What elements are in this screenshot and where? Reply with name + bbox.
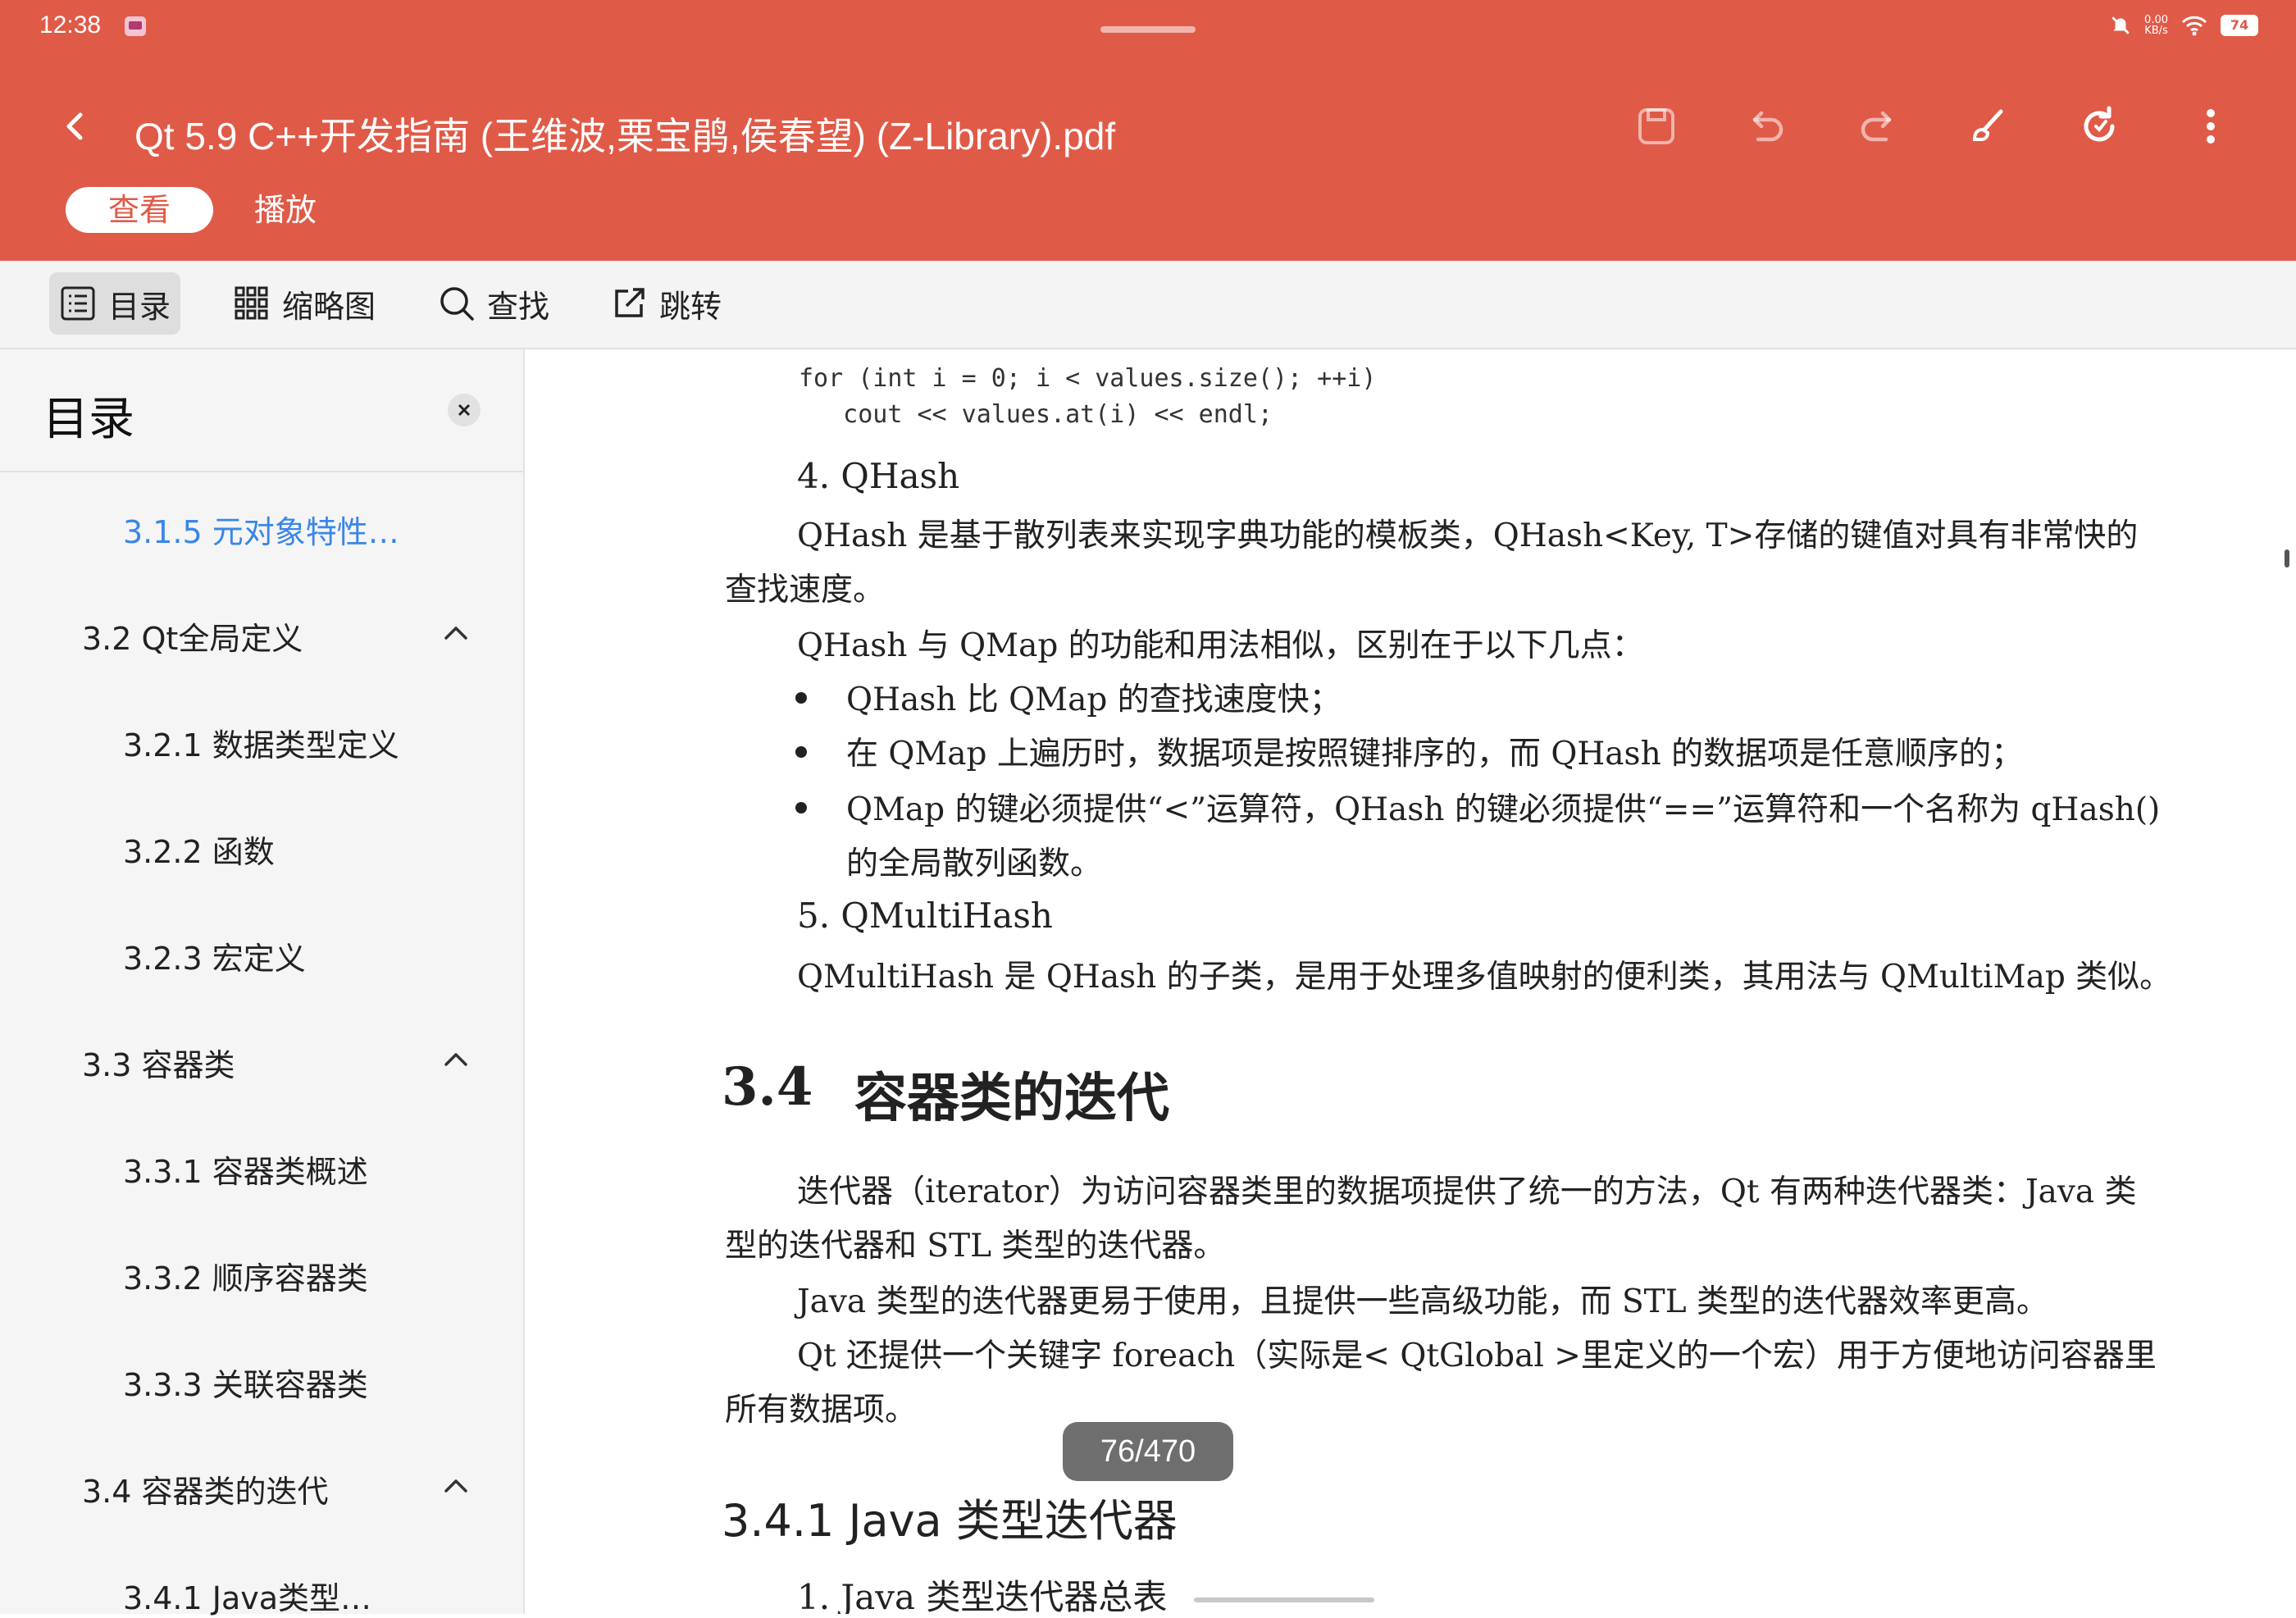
toc-item-3-3-2[interactable]: 3.3.2 顺序容器类 — [123, 1253, 368, 1298]
paragraph: 迭代器（iterator）为访问容器类里的数据项提供了统一的方法，Qt 有两种迭… — [797, 1174, 2137, 1210]
back-icon[interactable] — [56, 107, 95, 146]
item-heading: 4. QHash — [797, 456, 960, 496]
toc-item-3-2-3[interactable]: 3.2.3 宏定义 — [123, 933, 306, 978]
net-speed: 0.00 KB/s — [2144, 14, 2168, 37]
paragraph: Java 类型的迭代器更易于使用，且提供一些高级功能，而 STL 类型的迭代器效… — [797, 1283, 2048, 1320]
tab-play[interactable]: 播放 — [254, 187, 317, 233]
toc-button[interactable]: 目录 — [49, 272, 181, 335]
paragraph: Qt 还提供一个关键字 foreach（实际是< QtGlobal >里定义的一… — [797, 1338, 2157, 1374]
undo-icon[interactable] — [1743, 103, 1789, 149]
paragraph: 所有数据项。 — [725, 1392, 918, 1429]
external-link-icon — [615, 288, 645, 317]
bullet-text: 的全局散列函数。 — [846, 845, 1103, 882]
toc-item-3-3[interactable]: 3.3 容器类 — [82, 1040, 235, 1085]
toc-item-3-3-3[interactable]: 3.3.3 关联容器类 — [123, 1360, 368, 1405]
brush-icon[interactable] — [1965, 103, 2011, 149]
bullet-dot — [795, 746, 807, 758]
bullet-dot — [795, 802, 807, 814]
paragraph: 型的迭代器和 STL 类型的迭代器。 — [725, 1228, 1226, 1265]
page-indicator: 76/470 — [1063, 1422, 1233, 1481]
subsection-title: 3.4.1 Java 类型迭代器 — [722, 1495, 1178, 1547]
jump-label: 跳转 — [659, 288, 722, 325]
toc-item-3-4-1[interactable]: 3.4.1 Java类型… — [123, 1573, 371, 1618]
paragraph: QMultiHash 是 QHash 的子类，是用于处理多值映射的便利类，其用法… — [797, 959, 2172, 996]
more-icon[interactable] — [2188, 103, 2234, 149]
toc-item-3-1-5[interactable]: 3.1.5 元对象特性… — [123, 507, 399, 552]
status-icons: 0.00 KB/s 74 — [2110, 15, 2258, 36]
section-number: 3.4 — [722, 1056, 813, 1118]
home-indicator[interactable] — [1194, 1597, 1374, 1602]
toc-sidebar: 目录 3.1.5 元对象特性… 3.2 Qt全局定义 3.2.1 数据类型定义 … — [0, 349, 525, 1616]
refresh-icon[interactable] — [2076, 103, 2122, 149]
toc-item-3-2-1[interactable]: 3.2.1 数据类型定义 — [123, 720, 399, 765]
reader-toolbar: 目录 缩略图 查找 跳转 — [0, 261, 2296, 349]
redo-icon[interactable] — [1855, 103, 1901, 149]
thumbnails-label: 缩略图 — [282, 288, 376, 325]
bullet-text: 在 QMap 上遍历时，数据项是按照键排序的，而 QHash 的数据项是任意顺序… — [846, 736, 2024, 773]
scrollbar-thumb[interactable] — [2285, 549, 2289, 567]
code-line: cout << values.at(i) << endl; — [799, 400, 1273, 429]
paragraph: QHash 是基于散列表来实现字典功能的模板类，QHash<Key, T>存储的… — [797, 517, 2139, 554]
list-icon — [61, 286, 95, 321]
close-sidebar-button[interactable] — [448, 394, 481, 426]
save-icon[interactable] — [1633, 103, 1679, 149]
tab-view[interactable]: 查看 — [66, 187, 213, 233]
toc-item-3-4[interactable]: 3.4 容器类的迭代 — [82, 1466, 329, 1511]
search-label: 查找 — [487, 288, 550, 325]
pdf-page-view[interactable]: for (int i = 0; i < values.size(); ++i) … — [536, 349, 2296, 1614]
search-button[interactable]: 查找 — [438, 272, 549, 335]
close-icon — [458, 403, 471, 417]
item-heading: 5. QMultiHash — [797, 896, 1053, 936]
app-header: 12:38 0.00 KB/s 74 Qt 5.9 C++开发指南 (王维波,栗宝… — [0, 0, 2296, 261]
chevron-up-icon[interactable] — [440, 617, 472, 649]
bullet-text: QMap 的键必须提供“<”运算符，QHash 的键必须提供“==”运算符和一个… — [846, 791, 2161, 828]
bullet-text: QHash 比 QMap 的查找速度快； — [846, 681, 1342, 718]
toc-label: 目录 — [108, 288, 171, 325]
code-line: for (int i = 0; i < values.size(); ++i) — [799, 364, 1377, 393]
bullet-dot — [795, 692, 807, 704]
section-title: 容器类的迭代 — [854, 1068, 1169, 1129]
sidebar-title: 目录 — [43, 393, 134, 446]
chevron-up-icon[interactable] — [440, 1470, 472, 1502]
item-heading: 1. Java 类型迭代器总表 — [797, 1577, 1168, 1614]
jump-button[interactable]: 跳转 — [610, 272, 722, 335]
wifi-icon — [2181, 16, 2207, 36]
notification-app-icon — [125, 16, 146, 36]
chevron-up-icon[interactable] — [440, 1043, 472, 1076]
grid-icon — [235, 286, 268, 320]
search-icon — [440, 287, 474, 321]
toc-item-3-3-1[interactable]: 3.3.1 容器类概述 — [123, 1146, 368, 1192]
toc-item-3-2-2[interactable]: 3.2.2 函数 — [123, 827, 275, 872]
paragraph: QHash 与 QMap 的功能和用法相似，区别在于以下几点： — [797, 627, 1644, 664]
toc-item-3-2[interactable]: 3.2 Qt全局定义 — [82, 613, 303, 659]
paragraph: 查找速度。 — [725, 572, 886, 608]
battery-level: 74 — [2221, 15, 2258, 36]
multiwindow-handle[interactable] — [1100, 26, 1196, 33]
status-time: 12:38 — [39, 11, 102, 39]
mute-icon — [2112, 16, 2130, 34]
document-title: Qt 5.9 C++开发指南 (王维波,栗宝鹃,侯春望) (Z-Library)… — [134, 115, 1116, 157]
sidebar-divider — [0, 471, 523, 472]
thumbnails-button[interactable]: 缩略图 — [233, 272, 376, 335]
